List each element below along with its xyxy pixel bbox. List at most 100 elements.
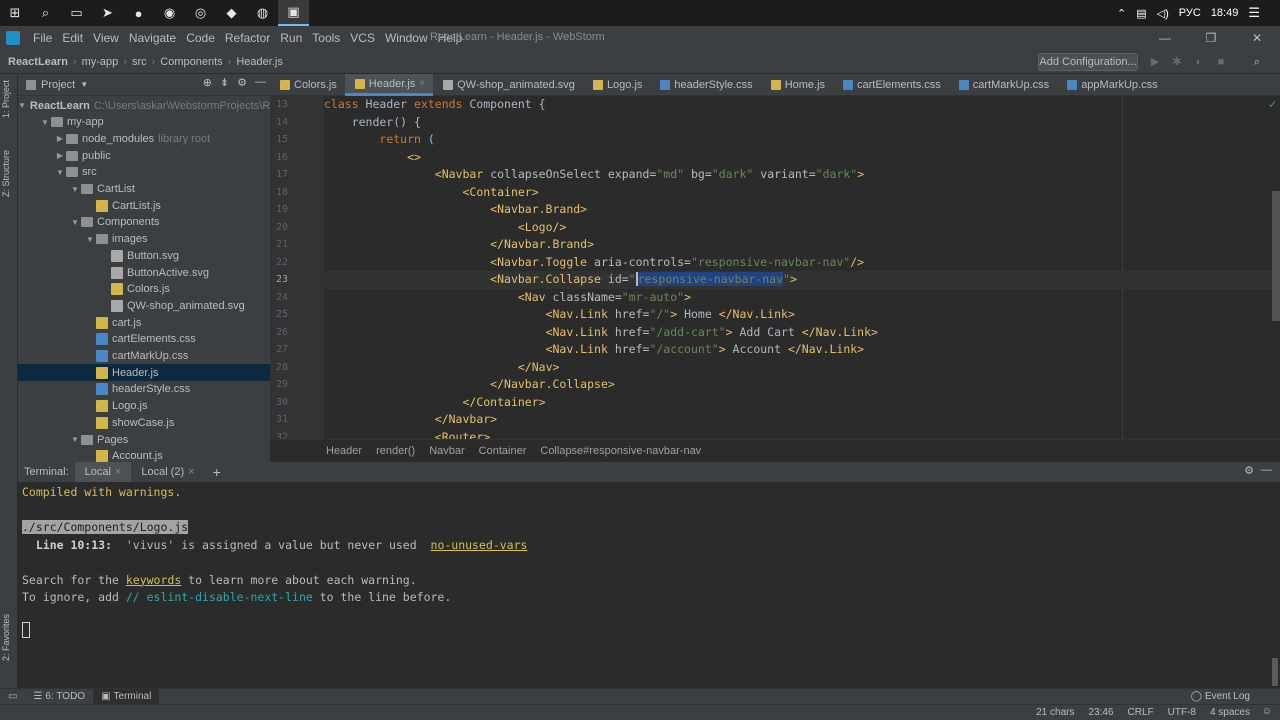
discord-icon[interactable]: ◉ [154,0,185,26]
chevron-down-icon[interactable]: ▼ [69,435,81,444]
code-line[interactable]: render() { [324,114,421,132]
chevron-down-icon[interactable]: ▼ [84,235,96,244]
tree-item[interactable]: Logo.js [18,398,270,415]
code-line[interactable]: </Navbar.Brand> [324,236,594,254]
tree-item[interactable]: ▼ ReactLearn C:\Users\askar\WebstormProjec… [18,97,270,114]
terminal-tab[interactable]: Local (2) × [131,462,204,482]
gear-icon[interactable]: ⚙ [1244,464,1254,477]
editor-tab[interactable]: Colors.js [270,74,345,96]
editor-crumb[interactable]: Navbar [429,445,464,457]
nav-crumb[interactable]: ReactLearn [8,56,68,68]
gear-icon[interactable]: ⚙ [237,76,247,89]
tree-item[interactable]: Account.js [18,448,270,462]
code-line[interactable]: <Navbar collapseOnSelect expand="md" bg=… [324,166,864,184]
keywords-link[interactable]: keywords [126,573,181,587]
file-explorer-icon[interactable]: ▭ [61,0,92,26]
editor-tab[interactable]: QW-shop_animated.svg [433,74,583,96]
menu-window[interactable]: Window [380,31,433,45]
tree-item[interactable]: CartList.js [18,197,270,214]
close-icon[interactable]: ✕ [1234,26,1280,50]
editor-tab[interactable]: cartMarkUp.css [949,74,1057,96]
inspector-icon[interactable]: ☺ [1262,706,1272,717]
hide-icon[interactable]: — [1261,464,1272,476]
favorites-tool-tab[interactable]: 2: Favorites [1,614,11,661]
code-line[interactable]: <Nav.Link href="/"> Home </Nav.Link> [324,306,795,324]
check-icon[interactable]: ✓ [1268,98,1277,111]
nav-crumb[interactable]: Header.js [236,56,282,68]
editor-tab[interactable]: Home.js [761,74,833,96]
code-line[interactable]: <Logo/> [324,219,566,237]
notifications-icon[interactable]: ☰ [1248,5,1260,21]
menu-tools[interactable]: Tools [307,31,345,45]
tree-item[interactable]: ▼ CartList [18,181,270,198]
toggle-panels-icon[interactable]: ▭ [0,691,25,702]
caret-position[interactable]: 23:46 [1088,707,1113,718]
todo-tool-tab[interactable]: ☰ 6: TODO [25,689,93,705]
terminal-tool-tab[interactable]: ▣ Terminal [93,688,160,705]
code-line[interactable]: <Router> [324,429,490,440]
event-log-tool-tab[interactable]: ◯ Event Log [1183,689,1258,705]
code-line[interactable]: class Header extends Component { [324,96,546,114]
editor-tab[interactable]: headerStyle.css [650,74,760,96]
editor-crumb[interactable]: Header [326,445,362,457]
tree-item[interactable]: ▼ src [18,164,270,181]
locate-icon[interactable]: ⊕ [203,76,212,89]
search-icon[interactable]: ⌕ [30,0,61,26]
warning-rule-link[interactable]: no-unused-vars [431,538,528,552]
indent-setting[interactable]: 4 spaces [1210,707,1250,718]
editor-tab[interactable]: appMarkUp.css [1057,74,1165,96]
tree-item[interactable]: ▼ images [18,231,270,248]
chevron-right-icon[interactable]: ▶ [54,134,66,143]
tree-item[interactable]: ▼ Components [18,214,270,231]
new-terminal-button[interactable]: + [213,464,221,480]
file-encoding[interactable]: UTF-8 [1168,707,1196,718]
warning-file-path[interactable]: ./src/Components/Logo.js [22,520,189,534]
code-line[interactable]: <Container> [324,184,538,202]
terminal-tab[interactable]: Local × [74,462,132,482]
editor-tab[interactable]: Header.js × [344,74,434,96]
menu-file[interactable]: File [28,31,57,45]
line-separator[interactable]: CRLF [1128,707,1154,718]
code-line[interactable]: <> [324,149,421,167]
chevron-down-icon[interactable]: ▼ [39,118,51,127]
clock[interactable]: 18:49 [1211,7,1239,19]
chevron-up-icon[interactable]: ⌃ [1117,7,1126,20]
code-line[interactable]: </Container> [324,394,545,412]
menu-edit[interactable]: Edit [57,31,88,45]
tree-item[interactable]: ▶ node_modules library root [18,130,270,147]
tree-item[interactable]: ▼ Pages [18,431,270,448]
project-tool-tab[interactable]: 1: Project [1,80,11,118]
close-icon[interactable]: × [188,466,194,478]
code-line[interactable]: </Nav> [324,359,560,377]
terminal-scrollbar[interactable] [1272,658,1278,686]
add-configuration-button[interactable]: Add Configuration... [1038,53,1138,71]
chevron-down-icon[interactable]: ▼ [69,218,81,227]
chevron-down-icon[interactable]: ▼ [18,101,26,110]
chevron-down-icon[interactable]: ▼ [69,185,81,194]
terminal-output[interactable]: Compiled with warnings. ./src/Components… [18,482,1280,688]
media-player-icon[interactable]: ● [123,0,154,26]
editor-crumb[interactable]: render() [376,445,415,457]
code-line[interactable]: <Nav.Link href="/add-cart"> Add Cart </N… [324,324,878,342]
chevron-down-icon[interactable]: ▼ [54,168,66,177]
chevron-right-icon[interactable]: ▶ [54,151,66,160]
opera-icon[interactable]: ◎ [185,0,216,26]
tree-item[interactable]: ▶ public [18,147,270,164]
tree-item[interactable]: QW-shop_animated.svg [18,297,270,314]
menu-code[interactable]: Code [181,31,220,45]
volume-icon[interactable]: ◁) [1157,7,1169,20]
close-icon[interactable]: × [115,466,121,478]
debug-icon[interactable]: ✱ [1168,53,1186,71]
nav-crumb[interactable]: my-app [82,56,119,68]
search-everywhere-icon[interactable]: ⌕ [1248,53,1266,71]
editor-tab[interactable]: cartElements.css [833,74,949,96]
maximize-icon[interactable]: ❐ [1188,26,1234,50]
tree-item[interactable]: cartMarkUp.css [18,348,270,365]
coverage-icon[interactable]: ◐ [1190,53,1208,71]
tree-item[interactable]: Button.svg [18,247,270,264]
code-line[interactable]: <Nav.Link href="/account"> Account </Nav… [324,341,865,359]
code-line[interactable]: <Nav className="mr-auto"> [324,289,691,307]
minimize-icon[interactable]: — [1142,26,1188,50]
tree-item[interactable]: cartElements.css [18,331,270,348]
structure-tool-tab[interactable]: Z: Structure [1,150,11,197]
